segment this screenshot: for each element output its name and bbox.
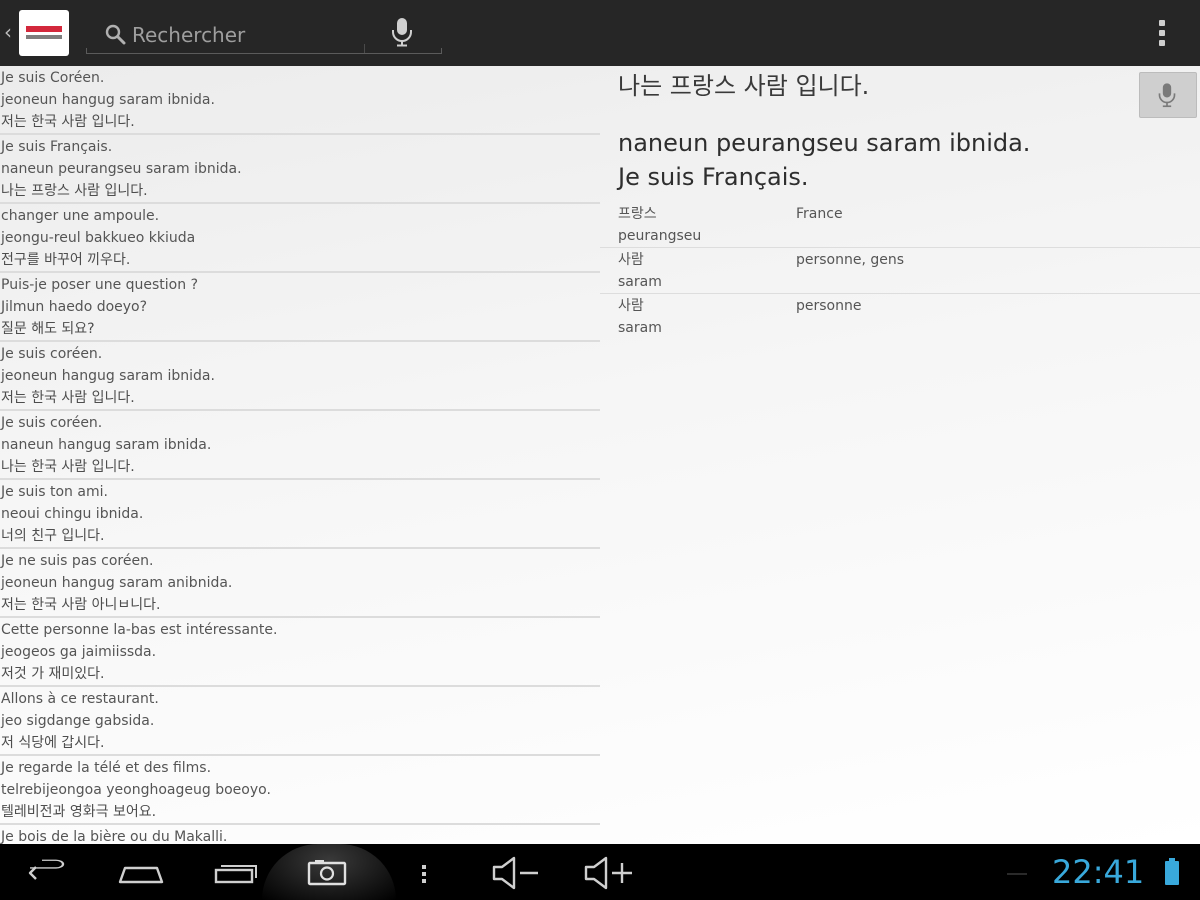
phrase-detail-pane: 나는 프랑스 사람 입니다. naneun peurangseu saram i… — [600, 66, 1200, 844]
microphone-icon[interactable] — [390, 17, 414, 47]
vocab-row[interactable]: 사람 saram personne, gens — [600, 248, 1200, 294]
home-icon[interactable] — [116, 844, 166, 900]
action-bar: ‹ — [0, 0, 1200, 66]
recent-apps-icon[interactable] — [212, 844, 262, 900]
phrase-list[interactable]: Je suis Coréen. jeoneun hangug saram ibn… — [0, 66, 600, 844]
notification-indicator[interactable] — [1007, 873, 1027, 875]
phrase-romanization: jeogeos ga jaimiissda. — [1, 644, 157, 660]
phrase-item[interactable]: Je ne suis pas coréen. jeoneun hangug sa… — [0, 549, 600, 618]
vocab-word: 사람 — [618, 298, 644, 314]
menu-icon[interactable] — [414, 844, 434, 900]
vocab-romanization: saram — [618, 274, 662, 290]
content-area: Je suis Coréen. jeoneun hangug saram ibn… — [0, 66, 1200, 844]
phrase-item[interactable]: Puis-je poser une question ? Jilmun haed… — [0, 273, 600, 342]
phrase-item[interactable]: Allons à ce restaurant. jeo sigdange gab… — [0, 687, 600, 756]
phrase-romanization: Jilmun haedo doeyo? — [1, 299, 148, 315]
phrase-item[interactable]: changer une ampoule. jeongu-reul bakkueo… — [0, 204, 600, 273]
search-box[interactable] — [86, 14, 442, 54]
search-underline — [86, 48, 442, 54]
detail-romanization: naneun peurangseu saram ibnida. — [618, 129, 1031, 157]
phrase-korean: 텔레비전과 영화극 보어요. — [1, 804, 157, 820]
phrase-korean: 저것 가 재미있다. — [1, 666, 105, 682]
overflow-menu-icon[interactable] — [1152, 17, 1172, 49]
phrase-korean: 나는 프랑스 사람 입니다. — [1, 183, 148, 199]
phrase-romanization: jeongu-reul bakkueo kkiuda — [1, 230, 196, 246]
phrase-romanization: jeoneun hangug saram ibnida. — [1, 368, 215, 384]
phrase-french: Puis-je poser une question ? — [1, 277, 198, 293]
phrase-item[interactable]: Cette personne la-bas est intéressante. … — [0, 618, 600, 687]
phrase-korean: 저는 한국 사람 입니다. — [1, 390, 135, 406]
vocab-row[interactable]: 사람 saram personne — [600, 294, 1200, 339]
phrase-french: Je ne suis pas coréen. — [1, 553, 154, 569]
phrase-item[interactable]: Je bois de la bière ou du Makalli. — [0, 825, 600, 844]
screenshot-icon[interactable] — [305, 844, 351, 900]
app-logo[interactable] — [19, 10, 69, 56]
phrase-korean: 나는 한국 사람 입니다. — [1, 459, 135, 475]
phrase-french: Je suis Coréen. — [1, 70, 105, 86]
phrase-french: Je suis coréen. — [1, 415, 103, 431]
phrase-romanization: jeoneun hangug saram ibnida. — [1, 92, 215, 108]
phrase-french: Je suis ton ami. — [1, 484, 108, 500]
volume-down-icon[interactable] — [490, 844, 544, 900]
volume-up-icon[interactable] — [582, 844, 636, 900]
phrase-korean: 질문 해도 되요? — [1, 321, 95, 337]
vocabulary-list: 프랑스 peurangseu France 사람 saram personne,… — [600, 202, 1200, 339]
clock[interactable]: 22:41 — [1052, 852, 1144, 892]
phrase-item[interactable]: Je regarde la télé et des films. telrebi… — [0, 756, 600, 825]
microphone-icon — [1158, 83, 1176, 108]
phrase-romanization: naneun peurangseu saram ibnida. — [1, 161, 242, 177]
search-icon — [105, 24, 126, 45]
phrase-romanization: telrebijeongoa yeonghoageug boeoyo. — [1, 782, 271, 798]
phrase-item[interactable]: Je suis coréen. naneun hangug saram ibni… — [0, 411, 600, 480]
phrase-korean: 너의 친구 입니다. — [1, 528, 105, 544]
phrase-item[interactable]: Je suis Français. naneun peurangseu sara… — [0, 135, 600, 204]
vocab-word: 프랑스 — [618, 206, 657, 222]
vocab-romanization: peurangseu — [618, 228, 702, 244]
phrase-item[interactable]: Je suis Coréen. jeoneun hangug saram ibn… — [0, 66, 600, 135]
phrase-romanization: jeo sigdange gabsida. — [1, 713, 155, 729]
phrase-korean: 저 식당에 갑시다. — [1, 735, 105, 751]
phrase-korean: 저는 한국 사람 입니다. — [1, 114, 135, 130]
phrase-item[interactable]: Je suis ton ami. neoui chingu ibnida. 너의… — [0, 480, 600, 549]
vocab-meaning: personne, gens — [796, 252, 905, 268]
search-input[interactable] — [130, 20, 364, 50]
phrase-french: Cette personne la-bas est intéressante. — [1, 622, 278, 638]
phrase-item[interactable]: Je suis coréen. jeoneun hangug saram ibn… — [0, 342, 600, 411]
phrase-french: Je bois de la bière ou du Makalli. — [1, 829, 228, 844]
back-icon[interactable] — [22, 844, 72, 900]
detail-korean-text: 나는 프랑스 사람 입니다. — [618, 72, 870, 100]
logo-red-mark — [26, 26, 62, 32]
vocab-row[interactable]: 프랑스 peurangseu France — [600, 202, 1200, 248]
phrase-french: Allons à ce restaurant. — [1, 691, 159, 707]
vocab-romanization: saram — [618, 320, 662, 336]
phrase-romanization: jeoneun hangug saram anibnida. — [1, 575, 233, 591]
phrase-romanization: naneun hangug saram ibnida. — [1, 437, 212, 453]
phrase-french: Je suis Français. — [1, 139, 113, 155]
speak-button[interactable] — [1139, 72, 1197, 118]
system-navigation-bar: 22:41 — [0, 844, 1200, 900]
phrase-french: Je suis coréen. — [1, 346, 103, 362]
logo-grey-mark — [26, 35, 62, 39]
phrase-french: Je regarde la télé et des films. — [1, 760, 212, 776]
vocab-word: 사람 — [618, 252, 644, 268]
up-navigation-icon[interactable]: ‹ — [4, 22, 12, 42]
phrase-french: changer une ampoule. — [1, 208, 160, 224]
battery-icon[interactable] — [1160, 844, 1184, 900]
vocab-meaning: personne — [796, 298, 862, 314]
phrase-korean: 저는 한국 사람 아니ㅂ니다. — [1, 597, 161, 613]
detail-french-text: Je suis Français. — [618, 163, 809, 191]
vocab-meaning: France — [796, 206, 843, 222]
phrase-korean: 전구를 바꾸어 끼우다. — [1, 252, 131, 268]
phrase-romanization: neoui chingu ibnida. — [1, 506, 144, 522]
